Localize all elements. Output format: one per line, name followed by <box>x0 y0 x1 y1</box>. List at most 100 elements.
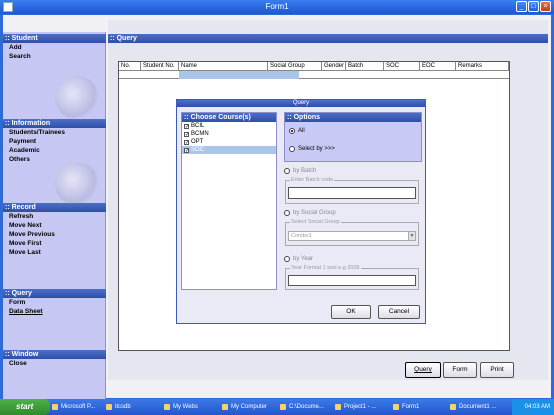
taskbar-item-label: Microsoft P... <box>61 404 96 410</box>
start-button[interactable]: start <box>0 399 50 415</box>
taskbar-item[interactable]: Form1 <box>391 401 444 413</box>
option-by-batch[interactable]: by Batch <box>284 168 316 174</box>
folder-icon <box>106 404 112 410</box>
nav-item-add[interactable]: Add <box>3 43 106 52</box>
nav-item-form[interactable]: Form <box>3 298 106 307</box>
options-header: :: Options <box>285 113 421 122</box>
checkbox[interactable]: ✓ <box>184 123 189 129</box>
app-icon <box>335 404 341 410</box>
batch-code-input[interactable] <box>288 187 416 199</box>
social-group-group: Select Social Group Combo1 ▼ <box>285 219 419 246</box>
radio-button[interactable] <box>289 128 295 134</box>
grid-header: No. Student No. Name Social Group Gender… <box>119 62 509 71</box>
options-box: :: Options All Select by >>> <box>284 112 422 162</box>
checkbox[interactable]: ✓ <box>184 131 189 137</box>
nav-header-window: :: Window <box>3 350 106 359</box>
checkbox[interactable]: ✓ <box>184 147 189 153</box>
taskbar-item[interactable]: Document1 ... <box>448 401 508 413</box>
column-header[interactable]: Gender <box>322 62 346 70</box>
ok-button[interactable]: OK <box>331 305 371 319</box>
nav-query: :: Query Form Data Sheet <box>3 289 106 316</box>
maximize-button[interactable]: □ <box>528 1 539 12</box>
taskbar-item[interactable]: Project1 - ... <box>333 401 388 413</box>
combo-value: Combo1 <box>291 233 312 239</box>
course-item[interactable]: ✓ OPT <box>182 138 276 146</box>
taskbar: start Microsoft P... itcsdb My Webs My C… <box>0 399 554 415</box>
nav-header-record: :: Record <box>3 203 106 212</box>
taskbar-item[interactable]: My Computer <box>220 401 275 413</box>
nav-item-others[interactable]: Others <box>3 155 106 164</box>
minimize-button[interactable]: _ <box>516 1 527 12</box>
radio-button[interactable] <box>284 168 290 174</box>
chevron-down-icon[interactable]: ▼ <box>408 232 415 240</box>
column-header[interactable]: Batch <box>346 62 384 70</box>
folder-icon <box>280 404 286 410</box>
checkbox[interactable]: ✓ <box>184 139 189 145</box>
taskbar-item-label: C:\Docume... <box>289 404 325 410</box>
column-header[interactable]: EOC <box>420 62 456 70</box>
course-list: :: Choose Course(s) ✓ BCIL ✓ BCMN ✓ OPT ✓ SO… <box>181 112 277 290</box>
column-header[interactable]: Student No. <box>141 62 179 70</box>
document-icon <box>450 404 456 410</box>
print-button[interactable]: Print <box>480 362 514 378</box>
clock: 04:03 AM <box>524 404 550 410</box>
taskbar-item[interactable]: C:\Docume... <box>278 401 330 413</box>
course-label: SOC <box>191 147 205 153</box>
nav-item-move-previous[interactable]: Move Previous <box>3 230 106 239</box>
nav-item-academic[interactable]: Academic <box>3 146 106 155</box>
nav-item-search[interactable]: Search <box>3 52 106 61</box>
people-illustration-icon <box>55 162 99 206</box>
column-header[interactable]: Name <box>179 62 268 70</box>
nav-header-query: :: Query <box>3 289 106 298</box>
column-header[interactable]: SOC <box>384 62 420 70</box>
nav-item-students[interactable]: Students/Trainees <box>3 128 106 137</box>
nav-item-data-sheet[interactable]: Data Sheet <box>3 307 106 316</box>
option-by-year[interactable]: by Year <box>284 256 313 262</box>
close-window-button[interactable]: × <box>540 1 551 12</box>
option-select-by[interactable]: Select by >>> <box>289 146 335 152</box>
query-button[interactable]: Query <box>405 362 441 378</box>
table-row[interactable] <box>119 71 509 79</box>
option-by-social-label: by Social Group <box>293 210 336 216</box>
nav-record: :: Record Refresh Move Next Move Previou… <box>3 203 106 257</box>
nav-item-payment[interactable]: Payment <box>3 137 106 146</box>
nav-header-information: :: Information <box>3 119 106 128</box>
option-all[interactable]: All <box>289 128 305 134</box>
taskbar-item[interactable]: itcsdb <box>104 401 160 413</box>
course-item[interactable]: ✓ BCIL <box>182 122 276 130</box>
left-nav: :: Student Add Search :: Information Stu… <box>3 32 106 402</box>
nav-item-move-first[interactable]: Move First <box>3 239 106 248</box>
column-header[interactable]: Remarks <box>456 62 509 70</box>
course-item[interactable]: ✓ BCMN <box>182 130 276 138</box>
query-panel-header: :: Query <box>108 34 548 43</box>
batch-legend: Enter Batch code <box>290 177 335 183</box>
cancel-button[interactable]: Cancel <box>378 305 420 319</box>
selected-cell[interactable] <box>179 71 299 79</box>
app-window: Form1 _ □ × :: Student Add Search :: Inf… <box>0 0 554 402</box>
social-group-select[interactable]: Combo1 ▼ <box>288 231 416 241</box>
nav-window: :: Window Close <box>3 350 106 368</box>
column-header[interactable]: Social Group <box>268 62 322 70</box>
social-legend: Select Social Group <box>290 219 341 225</box>
nav-item-close[interactable]: Close <box>3 359 106 368</box>
window-title: Form1 <box>265 2 289 11</box>
option-by-social-group[interactable]: by Social Group <box>284 210 336 216</box>
nav-information: :: Information Students/Trainees Payment… <box>3 119 106 164</box>
taskbar-item-label: Document1 ... <box>459 404 497 410</box>
year-group: Year Format 1 sssi e.g 2005 <box>285 265 419 290</box>
nav-item-move-next[interactable]: Move Next <box>3 221 106 230</box>
nav-item-move-last[interactable]: Move Last <box>3 248 106 257</box>
course-item[interactable]: ✓ SOC <box>182 146 276 154</box>
taskbar-item-label: Form1 <box>402 404 420 410</box>
taskbar-item[interactable]: Microsoft P... <box>50 401 100 413</box>
column-header[interactable]: No. <box>119 62 141 70</box>
radio-button[interactable] <box>284 210 290 216</box>
query-button-label: Query <box>414 366 432 373</box>
year-input[interactable] <box>288 275 416 286</box>
nav-header-student: :: Student <box>3 34 106 43</box>
radio-button[interactable] <box>289 146 295 152</box>
nav-item-refresh[interactable]: Refresh <box>3 212 106 221</box>
form-button[interactable]: Form <box>443 362 477 378</box>
radio-button[interactable] <box>284 256 290 262</box>
taskbar-item[interactable]: My Webs <box>162 401 217 413</box>
